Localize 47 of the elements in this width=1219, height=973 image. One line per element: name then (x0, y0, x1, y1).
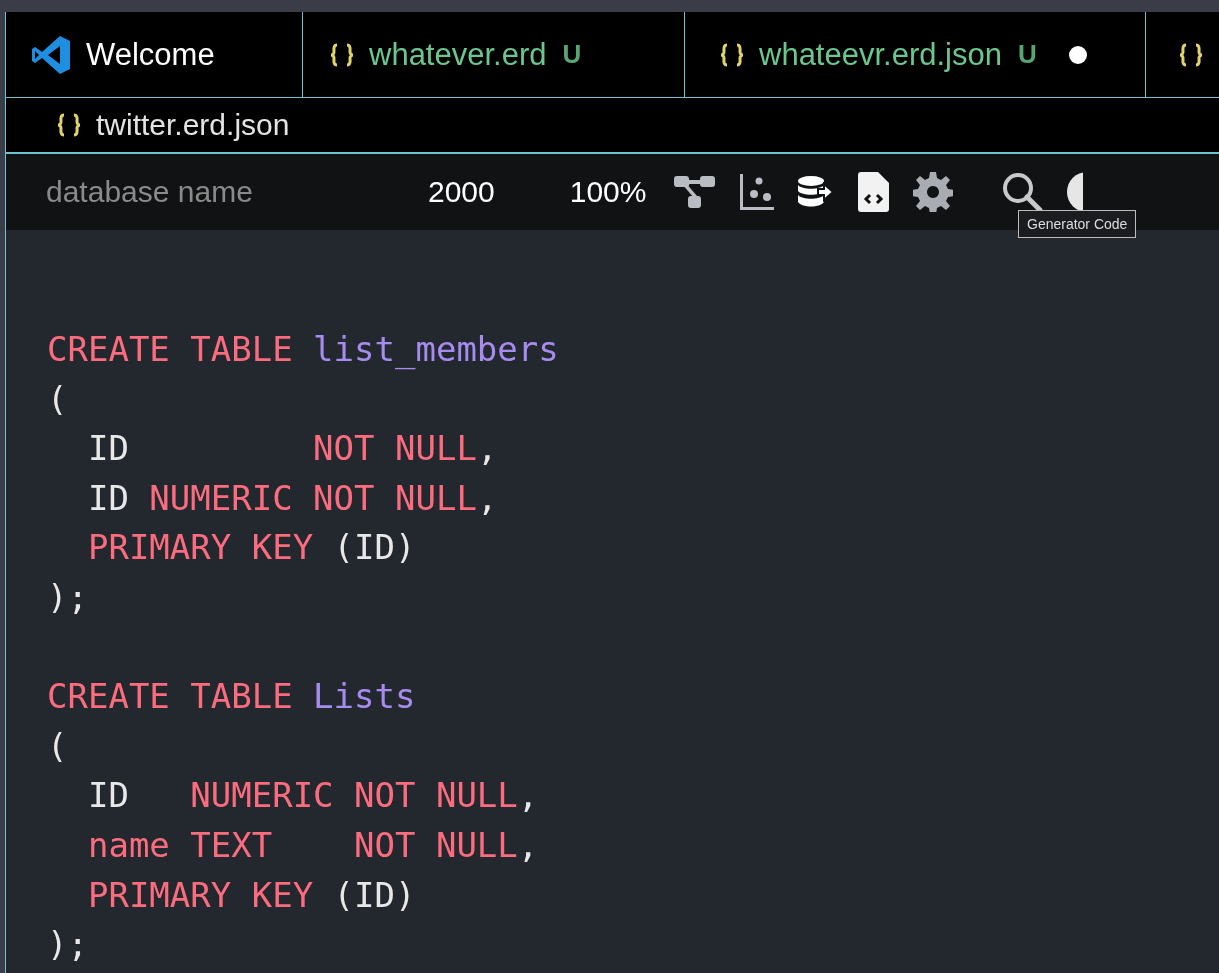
code-token: PRIMARY KEY (86, 873, 315, 917)
status-letter: U (562, 39, 582, 70)
code-token: NUMERIC NOT NULL (190, 774, 518, 818)
code-token: CREATE TABLE (47, 675, 294, 719)
tab-label: twitter.erd.json (96, 108, 290, 142)
search-icon[interactable] (1001, 171, 1044, 213)
code-token: NOT NULL (313, 427, 477, 471)
code-token: (ID) (333, 873, 416, 917)
file-tab[interactable]: whatever.erd U (303, 12, 685, 97)
braces-icon (329, 41, 355, 68)
code-token: (ID) (333, 526, 416, 570)
diagram-icon[interactable] (674, 174, 717, 210)
braces-icon (1178, 41, 1204, 68)
code-token: ID (86, 774, 130, 818)
scatter-chart-icon[interactable] (740, 174, 775, 210)
zoom-value: 100% (569, 175, 647, 209)
code-token: , (517, 823, 539, 867)
code-token: ); (47, 575, 88, 619)
code-token: PRIMARY KEY (86, 526, 315, 570)
canvas-size-value: 2000 (428, 175, 495, 209)
code-token: , (476, 427, 498, 471)
code-file-icon[interactable] (858, 172, 890, 212)
tab-label: Welcome (86, 36, 215, 73)
status-letter: U (1018, 39, 1037, 70)
code-token: NUMERIC NOT NULL (149, 476, 477, 520)
vscode-logo-icon (30, 33, 72, 76)
code-token: ID (86, 476, 130, 520)
code-token: CREATE TABLE (47, 328, 294, 371)
braces-icon (56, 112, 82, 138)
file-tab[interactable]: Welcome (6, 12, 303, 97)
file-tab[interactable]: whateevr.erd.json U (685, 12, 1146, 97)
settings-icon[interactable] (913, 172, 954, 212)
code-token: Lists (313, 675, 416, 719)
code-token: , (517, 774, 539, 818)
code-token: list_members (313, 328, 559, 372)
code-token: , (476, 476, 498, 520)
code-token: name TEXT NOT NULL (86, 823, 518, 867)
tab-label: whateevr.erd.json (759, 36, 1002, 73)
code-token: ); (47, 923, 88, 967)
code-token: ( (47, 724, 68, 768)
database-name-field[interactable]: database name (44, 174, 428, 210)
braces-icon (719, 41, 745, 68)
database-export-icon[interactable] (798, 175, 835, 209)
code-token: ( (47, 377, 68, 421)
tab-label: whatever.erd (369, 36, 547, 73)
code-token: ID (86, 427, 130, 471)
tooltip: Generator Code (1018, 210, 1137, 238)
